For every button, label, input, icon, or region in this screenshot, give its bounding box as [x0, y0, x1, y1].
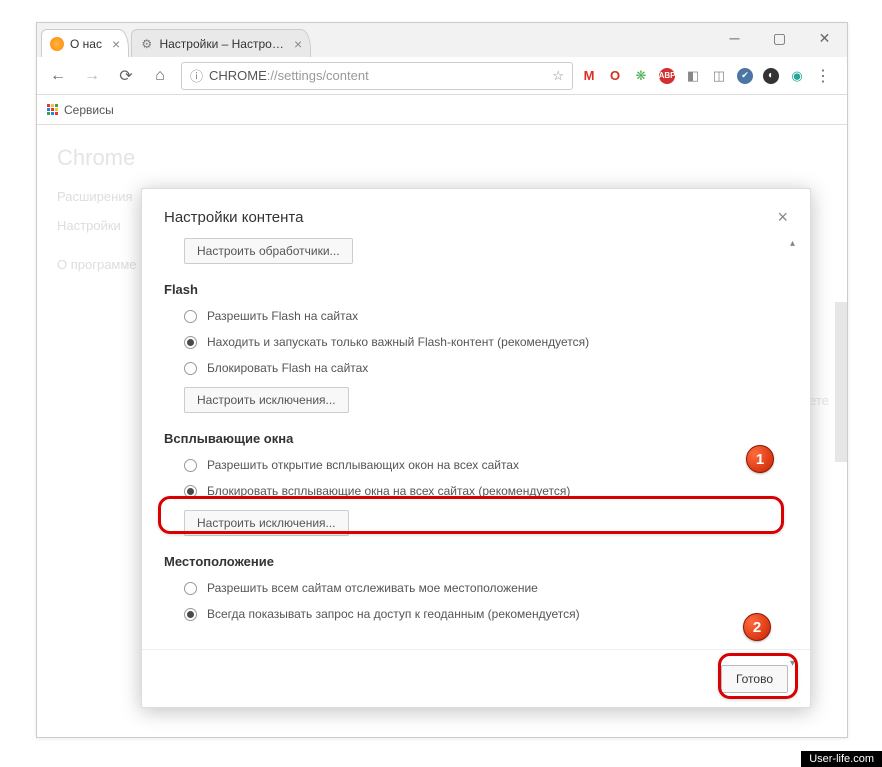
radio-location-allow-label: Разрешить всем сайтам отслеживать мое ме…: [207, 581, 538, 595]
radio-icon: [184, 336, 197, 349]
modal-header: Настройки контента ×: [142, 189, 810, 238]
radio-popups-allow[interactable]: Разрешить открытие всплывающих окон на в…: [184, 458, 788, 472]
info-icon: ⓘ: [190, 66, 203, 85]
modal-footer: Готово: [142, 649, 810, 707]
maximize-button[interactable]: ▢: [757, 23, 802, 53]
eye-icon[interactable]: ◉: [789, 68, 805, 84]
menu-icon[interactable]: ⋮: [815, 68, 831, 84]
ext-gray2-icon[interactable]: ◫: [711, 68, 727, 84]
radio-icon: [184, 582, 197, 595]
radio-location-ask-label: Всегда показывать запрос на доступ к гео…: [207, 607, 580, 621]
section-popups-heading: Всплывающие окна: [164, 431, 788, 446]
ext-green-icon[interactable]: ❋: [633, 68, 649, 84]
tab-settings-close-icon[interactable]: ×: [294, 36, 302, 52]
modal-close-button[interactable]: ×: [777, 207, 788, 228]
radio-location-allow[interactable]: Разрешить всем сайтам отслеживать мое ме…: [184, 581, 788, 595]
radio-location-ask[interactable]: Всегда показывать запрос на доступ к гео…: [184, 607, 788, 621]
gear-icon: ⚙: [140, 37, 153, 51]
tab-settings[interactable]: ⚙ Настройки – Настройки ×: [131, 29, 311, 57]
browser-window: ─ ▢ ✕ О нас × ⚙ Настройки – Настройки × …: [36, 22, 848, 738]
radio-icon: [184, 362, 197, 375]
close-window-button[interactable]: ✕: [802, 23, 847, 53]
radio-flash-detect-label: Находить и запускать только важный Flash…: [207, 335, 589, 349]
window-controls-group: ─ ▢ ✕: [712, 23, 847, 53]
radio-popups-block-label: Блокировать всплывающие окна на всех сай…: [207, 484, 570, 498]
watermark: User-life.com: [801, 751, 882, 767]
modal-body: Настроить обработчики... Flash Разрешить…: [142, 238, 810, 668]
radio-icon: [184, 485, 197, 498]
tab-about-close-icon[interactable]: ×: [112, 36, 120, 52]
radio-icon: [184, 608, 197, 621]
ext-dark-icon[interactable]: ◐: [763, 68, 779, 84]
reload-button[interactable]: ⟳: [113, 63, 139, 89]
forward-button: →: [79, 63, 105, 89]
radio-icon: [184, 459, 197, 472]
opera-icon[interactable]: O: [607, 68, 623, 84]
radio-flash-allow-label: Разрешить Flash на сайтах: [207, 309, 358, 323]
tab-settings-label: Настройки – Настройки: [159, 37, 284, 51]
back-button[interactable]: ←: [45, 63, 71, 89]
bookmarks-services-label[interactable]: Сервисы: [64, 103, 114, 117]
url-input[interactable]: ⓘ CHROMEchrome://://settings/content ☆: [181, 62, 573, 90]
address-bar: ← → ⟳ ⌂ ⓘ CHROMEchrome://://settings/con…: [37, 57, 847, 95]
gmail-icon[interactable]: M: [581, 68, 597, 84]
radio-popups-block[interactable]: Блокировать всплывающие окна на всех сай…: [184, 484, 788, 498]
adblock-icon[interactable]: ABP: [659, 68, 675, 84]
apps-icon[interactable]: [47, 104, 58, 115]
section-location-heading: Местоположение: [164, 554, 788, 569]
radio-popups-allow-label: Разрешить открытие всплывающих окон на в…: [207, 458, 519, 472]
minimize-button[interactable]: ─: [712, 23, 757, 53]
flash-exceptions-button[interactable]: Настроить исключения...: [184, 387, 349, 413]
modal-title: Настройки контента: [164, 209, 303, 226]
url-text: CHROMEchrome://://settings/content: [209, 68, 546, 83]
callout-badge-1: 1: [746, 445, 774, 473]
radio-flash-allow[interactable]: Разрешить Flash на сайтах: [184, 309, 788, 323]
radio-icon: [184, 310, 197, 323]
ext-gray1-icon[interactable]: ◧: [685, 68, 701, 84]
extensions-group: M O ❋ ABP ◧ ◫ ✔ ◐ ◉ ⋮: [581, 68, 839, 84]
content-settings-modal: Настройки контента × Настроить обработчи…: [141, 188, 811, 708]
modal-scroll-up-icon[interactable]: ▴: [790, 238, 800, 248]
home-button[interactable]: ⌂: [147, 63, 173, 89]
radio-flash-block-label: Блокировать Flash на сайтах: [207, 361, 368, 375]
tab-about-label: О нас: [70, 37, 102, 51]
configure-handlers-button[interactable]: Настроить обработчики...: [184, 238, 353, 264]
callout-badge-2: 2: [743, 613, 771, 641]
vk-icon[interactable]: ✔: [737, 68, 753, 84]
popups-exceptions-button[interactable]: Настроить исключения...: [184, 510, 349, 536]
radio-flash-block[interactable]: Блокировать Flash на сайтах: [184, 361, 788, 375]
radio-flash-detect[interactable]: Находить и запускать только важный Flash…: [184, 335, 788, 349]
section-flash-heading: Flash: [164, 282, 788, 297]
star-icon[interactable]: ☆: [552, 68, 564, 84]
tab-about-favicon: [50, 37, 64, 51]
done-button[interactable]: Готово: [721, 665, 788, 693]
bookmarks-bar: Сервисы: [37, 95, 847, 125]
tab-about[interactable]: О нас ×: [41, 29, 129, 57]
